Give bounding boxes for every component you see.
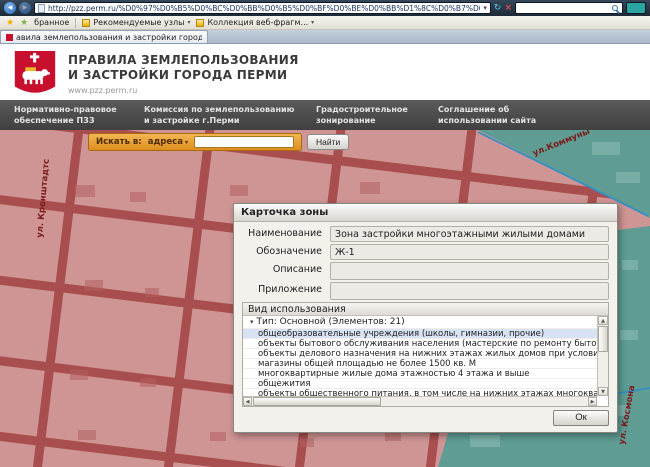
favorites-star-icon[interactable]: ★ [6,18,14,28]
nav-item-commission[interactable]: Комиссия по землепользованию и застройке… [144,100,316,130]
description-field[interactable] [330,262,609,280]
back-icon[interactable]: ◀ [4,2,16,14]
scroll-left-icon[interactable]: ◀ [243,397,252,406]
search-label: Искать в: [96,137,142,147]
field-label: Приложение [242,282,330,300]
vertical-scrollbar[interactable]: ▲ ▼ [597,316,608,396]
browser-url: http://pzz.perm.ru/%D0%97%D0%B5%D0%BC%D0… [48,4,480,13]
search-input[interactable] [194,136,294,148]
separator [75,18,76,28]
page-icon [38,4,45,13]
usage-list-item[interactable]: общежития [243,378,597,388]
search-pill: Искать в: адреса ▾ [88,133,302,151]
chevron-down-icon: ▾ [187,19,190,26]
forward-icon[interactable]: ▶ [19,2,31,14]
favorites-item-web-slices[interactable]: Коллекция веб-фрагм... ▾ [196,18,314,27]
attachment-field[interactable] [330,282,609,300]
favorites-bar: ★ ★ бранное Рекомендуемые узлы ▾ Коллекц… [0,16,650,30]
scrollbar-thumb[interactable] [598,326,608,352]
folder-icon [196,19,204,27]
dialog-title[interactable]: Карточка зоны [234,204,617,222]
browser-tab[interactable]: авила землепользования и застройки город… [0,30,208,43]
field-label: Описание [242,262,330,280]
site-url: www.pzz.perm.ru [68,86,299,95]
site-title-line1: ПРАВИЛА ЗЕМЛЕПОЛЬЗОВАНИЯ [68,53,299,68]
field-row: Описание [242,262,609,280]
usage-header: Вид использования [243,303,608,316]
field-row: Приложение [242,282,609,300]
perm-coat-of-arms-logo [13,50,57,100]
nav-item-normative[interactable]: Нормативно-правовое обеспечение ПЗЗ [14,100,144,130]
usage-list-item[interactable]: магазины общей площадью не более 1500 кв… [243,358,597,368]
folder-icon [82,19,90,27]
nav-item-agreement[interactable]: Соглашение об использовании сайта [438,100,583,130]
url-dropdown-icon[interactable]: ▾ [483,4,487,12]
field-row: Обозначение Ж-1 [242,244,609,260]
usage-list-item[interactable]: многоквартирные жилые дома этажностью 4 … [243,368,597,378]
browser-address-bar: ◀ ▶ http://pzz.perm.ru/%D0%97%D0%B5%D0%B… [0,0,650,16]
site-title-line2: И ЗАСТРОЙКИ ГОРОДА ПЕРМИ [68,68,299,83]
usage-list-item[interactable]: объекты бытового обслуживания населения … [243,338,597,348]
favorites-item-label: Коллекция веб-фрагм... [207,18,308,27]
usage-list-item[interactable]: объекты делового назначения на нижних эт… [243,348,597,358]
search-go-button[interactable] [626,2,646,14]
favorites-label[interactable]: бранное [34,18,69,27]
dialog-fields: Наименование Зона застройки многоэтажным… [234,222,617,300]
refresh-icon[interactable]: ↻ [494,2,502,14]
map-search-bar: Искать в: адреса ▾ Найти [88,133,349,151]
chevron-down-icon: ▾ [185,139,188,146]
site-header: ПРАВИЛА ЗЕМЛЕПОЛЬЗОВАНИЯ И ЗАСТРОЙКИ ГОР… [0,44,650,100]
horizontal-scrollbar[interactable]: ◀ ▶ [243,396,597,406]
add-favorite-icon[interactable]: ★ [20,18,28,28]
field-label: Наименование [242,226,330,242]
find-button[interactable]: Найти [307,134,349,150]
browser-search-box[interactable] [515,2,623,14]
scroll-up-icon[interactable]: ▲ [598,316,608,325]
field-row: Наименование Зона застройки многоэтажным… [242,226,609,242]
usage-list-item[interactable]: общеобразовательные учреждения (школы, г… [243,328,597,338]
search-mode-select[interactable]: адреса ▾ [148,137,188,147]
name-field[interactable]: Зона застройки многоэтажными жилыми дома… [330,226,609,242]
main-nav: Нормативно-правовое обеспечение ПЗЗ Коми… [0,100,650,130]
scroll-down-icon[interactable]: ▼ [598,387,608,396]
tab-title: авила землепользования и застройки город… [16,33,202,42]
site-favicon [6,34,13,41]
stop-icon[interactable]: × [504,2,512,14]
scroll-right-icon[interactable]: ▶ [588,397,597,406]
usage-panel: Вид использования ▾ Тип: Основной (Элеме… [242,302,609,407]
favorites-item-label: Рекомендуемые узлы [93,18,184,27]
browser-url-field[interactable]: http://pzz.perm.ru/%D0%97%D0%B5%D0%BC%D0… [34,2,491,14]
field-label: Обозначение [242,244,330,260]
favorites-item-recommended-sites[interactable]: Рекомендуемые узлы ▾ [82,18,190,27]
scrollbar-thumb[interactable] [253,397,381,406]
search-icon [612,5,618,11]
ok-button[interactable]: Ок [553,410,609,426]
screen: ◀ ▶ http://pzz.perm.ru/%D0%97%D0%B5%D0%B… [0,0,650,467]
usage-type-node[interactable]: ▾ Тип: Основной (Элементов: 21) [243,316,608,328]
chevron-down-icon: ▾ [311,19,314,26]
tab-bar: авила землепользования и застройки город… [0,30,650,44]
designation-field[interactable]: Ж-1 [330,244,609,260]
nav-item-zoning[interactable]: Градостроительное зонирование [316,100,438,130]
zone-card-dialog: Карточка зоны Наименование Зона застройк… [233,203,618,433]
tree-expand-icon[interactable]: ▾ [250,318,254,326]
